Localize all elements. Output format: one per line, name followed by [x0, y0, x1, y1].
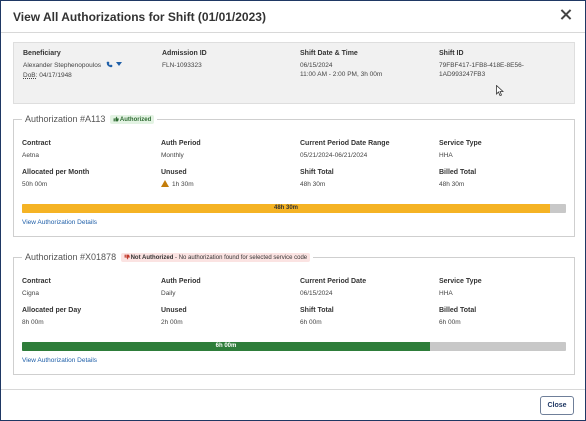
service-type-field: Service Type HHA	[439, 140, 482, 160]
allocated-value: 50h 00m	[22, 181, 48, 188]
admission-column: Admission ID FLN-1093323	[162, 50, 207, 70]
unused-field: Unused 1h 30m	[161, 169, 194, 189]
shift-datetime-column: Shift Date & Time 06/15/2024 11:00 AM - …	[300, 50, 382, 79]
contract-label: Contract	[22, 140, 51, 147]
auth-period-label: Auth Period	[161, 140, 201, 147]
shift-id-line2: 1AD993247FB3	[439, 71, 486, 78]
auth-period-field: Auth Period Daily	[161, 278, 201, 298]
period-date-field: Current Period Date 06/15/2024	[300, 278, 366, 298]
shift-total-value: 48h 30m	[300, 181, 326, 188]
dob-value: 04/17/1948	[39, 72, 72, 79]
unused-value: 1h 30m	[172, 181, 194, 188]
view-authorization-details-link[interactable]: View Authorization Details	[22, 357, 97, 364]
allocated-field: Allocated per Day 8h 00m	[22, 307, 81, 327]
view-authorization-details-link[interactable]: View Authorization Details	[22, 219, 97, 226]
close-button[interactable]: Close	[540, 396, 574, 415]
modal-title: View All Authorizations for Shift (01/01…	[13, 10, 266, 24]
thumbs-down-icon	[124, 254, 130, 260]
beneficiary-label: Beneficiary	[23, 50, 61, 57]
billed-total-value: 48h 30m	[439, 181, 465, 188]
unused-value: 2h 00m	[161, 319, 183, 326]
admission-id-value: FLN-1093323	[162, 62, 202, 69]
unused-field: Unused 2h 00m	[161, 307, 187, 327]
shift-total-field: Shift Total 6h 00m	[300, 307, 334, 327]
mouse-cursor-icon	[496, 85, 504, 96]
billed-total-field: Billed Total 48h 30m	[439, 169, 476, 189]
shift-id-column: Shift ID 79FBF417-1FB8-418E-8E56- 1AD993…	[439, 50, 524, 79]
thumbs-up-icon	[113, 116, 119, 122]
allocated-label: Allocated per Day	[22, 307, 82, 314]
shift-total-value: 6h 00m	[300, 319, 322, 326]
admission-id-label: Admission ID	[162, 50, 207, 57]
beneficiary-value: Alexander Stephenopoulos	[23, 61, 122, 70]
shift-id-label: Shift ID	[439, 50, 464, 57]
shift-date-value: 06/15/2024	[300, 62, 333, 69]
period-range-field: Current Period Date Range 05/21/2024-06/…	[300, 140, 389, 160]
contract-label: Contract	[22, 278, 51, 285]
usage-progress-bar: 6h 00m	[22, 342, 566, 351]
unused-label: Unused	[161, 307, 187, 314]
service-type-field: Service Type HHA	[439, 278, 482, 298]
shift-total-field: Shift Total 48h 30m	[300, 169, 334, 189]
allocated-field: Allocated per Month 50h 00m	[22, 169, 89, 189]
status-badge-label: Authorized	[119, 117, 152, 123]
period-date-value: 06/15/2024	[300, 290, 333, 297]
contract-field: Contract Cigna	[22, 278, 51, 298]
contract-field: Contract Aetna	[22, 140, 51, 160]
chevron-down-icon[interactable]	[115, 62, 122, 66]
status-badge: Not Authorized - No authorization found …	[120, 253, 311, 262]
unused-label: Unused	[161, 169, 187, 176]
shift-total-label: Shift Total	[300, 307, 334, 314]
dob-label: DoB:	[23, 72, 38, 79]
beneficiary-column: Beneficiary Alexander Stephenopoulos DoB…	[23, 50, 122, 80]
billed-total-label: Billed Total	[439, 307, 477, 314]
auth-period-field: Auth Period Monthly	[161, 140, 201, 160]
shift-total-label: Shift Total	[300, 169, 334, 176]
authorization-card-a113: Authorization #A113 Authorized Contract …	[13, 114, 575, 237]
usage-progress-label: 6h 00m	[215, 343, 237, 349]
usage-progress-fill: 48h 30m	[22, 204, 550, 213]
shift-datetime-label: Shift Date & Time	[300, 50, 358, 57]
usage-progress-label: 48h 30m	[273, 205, 298, 211]
billed-total-field: Billed Total 6h 00m	[439, 307, 476, 327]
phone-icon[interactable]	[106, 61, 113, 68]
authorization-id: Authorization #X01878	[25, 252, 117, 262]
authorization-id: Authorization #A113	[25, 114, 106, 124]
service-type-label: Service Type	[439, 140, 482, 147]
unused-value-row: 1h 30m	[161, 180, 194, 189]
authorization-title: Authorization #X01878 Not Authorized - N…	[22, 252, 314, 262]
auth-period-label: Auth Period	[161, 278, 201, 285]
period-range-label: Current Period Date Range	[300, 140, 390, 147]
billed-total-value: 6h 00m	[439, 319, 461, 326]
allocated-label: Allocated per Month	[22, 169, 90, 176]
shift-time-value: 11:00 AM - 2:00 PM, 3h 00m	[300, 71, 383, 78]
period-range-value: 05/21/2024-06/21/2024	[300, 152, 368, 159]
usage-progress-fill: 6h 00m	[22, 342, 430, 351]
modal-header: View All Authorizations for Shift (01/01…	[1, 1, 585, 33]
close-icon[interactable]	[559, 8, 573, 22]
warning-icon	[161, 180, 169, 187]
shift-summary-panel: Beneficiary Alexander Stephenopoulos DoB…	[13, 42, 575, 104]
allocated-value: 8h 00m	[22, 319, 44, 326]
contract-value: Aetna	[22, 152, 39, 159]
period-date-label: Current Period Date	[300, 278, 367, 285]
status-badge-detail: - No authorization found for selected se…	[173, 255, 308, 261]
status-badge: Authorized	[109, 115, 155, 124]
shift-id-line1: 79FBF417-1FB8-418E-8E56-	[439, 62, 524, 69]
service-type-value: HHA	[439, 290, 453, 297]
auth-period-value: Daily	[161, 290, 176, 297]
service-type-label: Service Type	[439, 278, 482, 285]
beneficiary-name: Alexander Stephenopoulos	[23, 62, 102, 69]
usage-progress-bar: 48h 30m	[22, 204, 566, 213]
service-type-value: HHA	[439, 152, 453, 159]
authorization-card-x01878: Authorization #X01878 Not Authorized - N…	[13, 252, 575, 375]
authorization-title: Authorization #A113 Authorized	[22, 114, 158, 124]
authorizations-modal: View All Authorizations for Shift (01/01…	[0, 0, 586, 421]
dob-row: DoB: 04/17/1948	[23, 71, 122, 80]
modal-footer-divider	[1, 389, 585, 390]
auth-period-value: Monthly	[161, 152, 184, 159]
billed-total-label: Billed Total	[439, 169, 477, 176]
status-badge-label: Not Authorized	[130, 255, 174, 261]
contract-value: Cigna	[22, 290, 39, 297]
